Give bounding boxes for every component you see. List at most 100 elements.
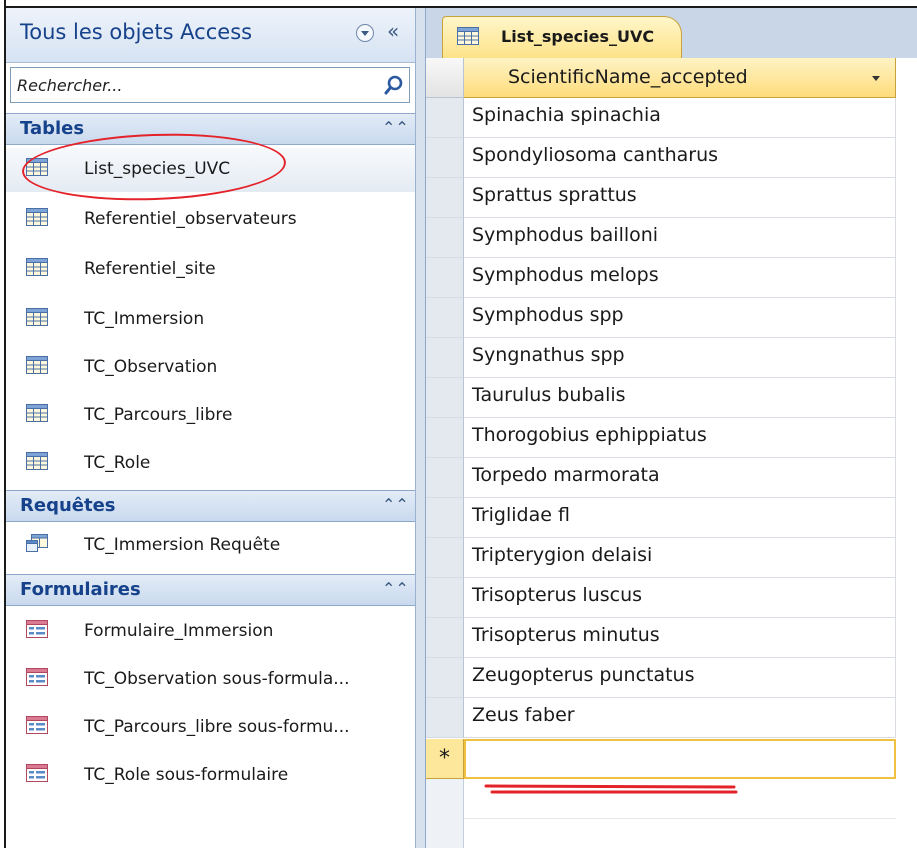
group-header-tables[interactable]: Tables ⌃⌃	[6, 113, 415, 145]
new-record-cell[interactable]	[464, 739, 896, 779]
table-cell[interactable]: Tripterygion delaisi	[464, 538, 896, 578]
nav-item-label: TC_Observation sous-formula...	[84, 669, 350, 689]
record-selector[interactable]	[426, 698, 464, 738]
nav-item-tc-immersion[interactable]: TC_Immersion	[6, 298, 415, 342]
document-area: List_species_UVC ScientificName_accepted…	[416, 8, 917, 848]
table-icon	[26, 452, 48, 470]
table-row[interactable]: Spinachia spinachia	[426, 98, 896, 138]
record-selector[interactable]	[426, 418, 464, 458]
table-cell[interactable]: Syngnathus spp	[464, 338, 896, 378]
table-cell[interactable]: Taurulus bubalis	[464, 378, 896, 418]
form-icon	[26, 620, 48, 638]
search-input[interactable]	[11, 68, 383, 102]
column-header-scientificname-accepted[interactable]: ScientificName_accepted	[464, 58, 896, 98]
navigation-pane-title[interactable]: Tous les objets Access	[20, 20, 252, 44]
table-icon	[26, 258, 48, 276]
table-row[interactable]: Symphodus bailloni	[426, 218, 896, 258]
table-row[interactable]: Zeugopterus punctatus	[426, 658, 896, 698]
table-cell[interactable]: Symphodus bailloni	[464, 218, 896, 258]
record-selector[interactable]	[426, 538, 464, 578]
group-header-formulaires[interactable]: Formulaires ⌃⌃	[6, 574, 415, 606]
table-cell[interactable]: Symphodus spp	[464, 298, 896, 338]
record-selector[interactable]	[426, 138, 464, 178]
navigation-pane-header[interactable]: Tous les objets Access «	[6, 8, 415, 63]
table-cell[interactable]: Trisopterus minutus	[464, 618, 896, 658]
search-box[interactable]	[10, 67, 410, 103]
search-icon[interactable]	[383, 74, 405, 96]
table-row[interactable]: Tripterygion delaisi	[426, 538, 896, 578]
new-record-row[interactable]: *	[426, 739, 896, 779]
table-row[interactable]: Sprattus sprattus	[426, 178, 896, 218]
record-selector[interactable]	[426, 458, 464, 498]
table-row[interactable]: Triglidae fl	[426, 498, 896, 538]
nav-item-referentiel-observateurs[interactable]: Referentiel_observateurs	[6, 198, 415, 242]
table-row[interactable]: Trisopterus minutus	[426, 618, 896, 658]
nav-item-tc-observation[interactable]: TC_Observation	[6, 346, 415, 390]
table-cell[interactable]: Sprattus sprattus	[464, 178, 896, 218]
table-row[interactable]: Taurulus bubalis	[426, 378, 896, 418]
table-row[interactable]: Trisopterus luscus	[426, 578, 896, 618]
group-header-requetes[interactable]: Requêtes ⌃⌃	[6, 490, 415, 522]
nav-item-label: List_species_UVC	[84, 159, 231, 179]
nav-item-tc-role[interactable]: TC_Role	[6, 442, 415, 486]
record-selector[interactable]	[426, 258, 464, 298]
select-all-corner[interactable]	[426, 58, 464, 98]
new-record-marker[interactable]: *	[426, 739, 464, 779]
table-row[interactable]: Syngnathus spp	[426, 338, 896, 378]
group-title: Requêtes	[20, 495, 116, 516]
table-cell[interactable]: Zeus faber	[464, 698, 896, 738]
record-selector-column-empty	[426, 779, 464, 848]
table-cell[interactable]: Spinachia spinachia	[464, 98, 896, 138]
splitter-bar[interactable]	[416, 8, 426, 848]
table-cell[interactable]: Spondyliosoma cantharus	[464, 138, 896, 178]
table-row[interactable]: Symphodus spp	[426, 298, 896, 338]
nav-item-label: TC_Role	[84, 453, 151, 473]
record-selector[interactable]	[426, 178, 464, 218]
table-cell[interactable]: Thorogobius ephippiatus	[464, 418, 896, 458]
double-chevron-left-icon[interactable]: «	[387, 21, 399, 41]
nav-item-label: TC_Parcours_libre	[84, 405, 233, 425]
datasheet-grid: ScientificName_accepted Spinachia spinac…	[426, 58, 917, 848]
nav-item-tc-immersion-requete[interactable]: TC_Immersion Requête	[6, 524, 415, 568]
record-selector[interactable]	[426, 298, 464, 338]
nav-item-referentiel-site[interactable]: Referentiel_site	[6, 248, 415, 292]
table-row[interactable]: Torpedo marmorata	[426, 458, 896, 498]
document-tab-list-species-uvc[interactable]: List_species_UVC	[442, 16, 682, 58]
table-row[interactable]: Zeus faber	[426, 698, 896, 738]
record-selector[interactable]	[426, 378, 464, 418]
nav-item-label: TC_Role sous-formulaire	[84, 765, 289, 785]
double-chevron-up-icon[interactable]: ⌃⌃	[382, 118, 409, 137]
nav-item-tc-parcours-libre-sous-formulaire[interactable]: TC_Parcours_libre sous-formu...	[6, 706, 415, 750]
navigation-pane: Tous les objets Access « Tables ⌃⌃ List_…	[6, 8, 416, 848]
nav-item-list-species-uvc[interactable]: List_species_UVC	[6, 148, 415, 192]
record-selector[interactable]	[426, 98, 464, 138]
record-selector[interactable]	[426, 218, 464, 258]
record-selector[interactable]	[426, 658, 464, 698]
nav-item-label: Referentiel_observateurs	[84, 209, 297, 229]
nav-item-formulaire-immersion[interactable]: Formulaire_Immersion	[6, 610, 415, 654]
chevron-down-icon[interactable]	[356, 24, 374, 42]
double-chevron-up-icon[interactable]: ⌃⌃	[382, 579, 409, 598]
record-selector[interactable]	[426, 338, 464, 378]
record-selector[interactable]	[426, 578, 464, 618]
nav-item-tc-role-sous-formulaire[interactable]: TC_Role sous-formulaire	[6, 754, 415, 798]
record-selector[interactable]	[426, 498, 464, 538]
nav-item-tc-observation-sous-formulaire[interactable]: TC_Observation sous-formula...	[6, 658, 415, 702]
group-title: Tables	[20, 118, 85, 139]
double-chevron-up-icon[interactable]: ⌃⌃	[382, 495, 409, 514]
table-cell[interactable]: Triglidae fl	[464, 498, 896, 538]
table-icon	[26, 308, 48, 326]
record-selector[interactable]	[426, 618, 464, 658]
table-cell[interactable]: Symphodus melops	[464, 258, 896, 298]
table-row[interactable]: Symphodus melops	[426, 258, 896, 298]
table-icon	[26, 404, 48, 422]
table-cell[interactable]: Trisopterus luscus	[464, 578, 896, 618]
sort-filter-dropdown-icon[interactable]	[872, 76, 880, 81]
table-row[interactable]: Thorogobius ephippiatus	[426, 418, 896, 458]
nav-item-tc-parcours-libre[interactable]: TC_Parcours_libre	[6, 394, 415, 438]
nav-item-label: Formulaire_Immersion	[84, 621, 274, 641]
table-cell[interactable]: Zeugopterus punctatus	[464, 658, 896, 698]
table-cell[interactable]: Torpedo marmorata	[464, 458, 896, 498]
document-tabstrip: List_species_UVC	[426, 8, 917, 59]
table-row[interactable]: Spondyliosoma cantharus	[426, 138, 896, 178]
